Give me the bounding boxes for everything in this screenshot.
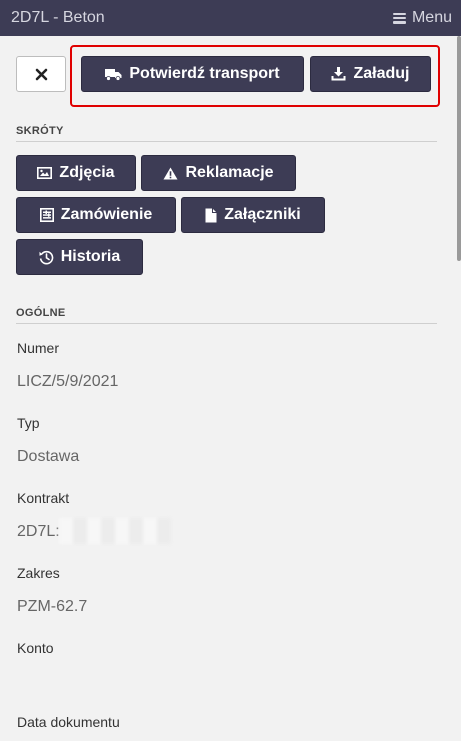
history-icon bbox=[39, 250, 54, 264]
order-button[interactable]: Zamówienie bbox=[16, 197, 176, 233]
redacted-contract-text bbox=[59, 518, 171, 544]
number-value: LICZ/5/9/2021 bbox=[17, 373, 119, 390]
close-icon bbox=[35, 68, 47, 80]
type-value: Dostawa bbox=[17, 448, 80, 465]
confirm-transport-button[interactable]: Potwierdź transport bbox=[81, 56, 304, 92]
menu-label: Menu bbox=[411, 9, 452, 26]
top-bar: 2D7L - Beton Menu bbox=[0, 0, 461, 36]
order-label: Zamówienie bbox=[60, 206, 153, 223]
shortcuts-heading: SKRÓTY bbox=[16, 125, 64, 137]
history-label: Historia bbox=[60, 248, 121, 265]
contract-label: Kontrakt bbox=[17, 490, 70, 506]
photos-label: Zdjęcia bbox=[59, 164, 115, 181]
document-date-label: Data dokumentu bbox=[17, 714, 120, 730]
confirm-transport-label: Potwierdź transport bbox=[129, 65, 280, 82]
download-icon bbox=[331, 67, 346, 81]
truck-icon bbox=[105, 68, 122, 81]
app-title: 2D7L - Beton bbox=[11, 9, 105, 26]
history-button[interactable]: Historia bbox=[16, 239, 143, 275]
attachments-button[interactable]: Załączniki bbox=[181, 197, 325, 233]
scope-value: PZM-62.7 bbox=[17, 598, 88, 615]
attachments-label: Załączniki bbox=[224, 206, 301, 223]
load-button[interactable]: Załaduj bbox=[310, 56, 431, 92]
scrollbar[interactable] bbox=[457, 36, 461, 261]
general-divider bbox=[16, 323, 437, 324]
complaints-label: Reklamacje bbox=[185, 164, 274, 181]
scope-label: Zakres bbox=[17, 565, 60, 581]
file-icon bbox=[205, 208, 217, 222]
load-label: Załaduj bbox=[353, 65, 410, 82]
warning-icon bbox=[163, 167, 178, 179]
number-label: Numer bbox=[17, 340, 60, 356]
contract-value: 2D7L: bbox=[17, 523, 60, 540]
close-button[interactable] bbox=[16, 56, 66, 92]
order-list-icon bbox=[39, 208, 54, 222]
type-label: Typ bbox=[17, 415, 40, 431]
general-heading: OGÓLNE bbox=[16, 307, 66, 319]
photos-button[interactable]: Zdjęcia bbox=[16, 155, 136, 191]
shortcuts-divider bbox=[16, 141, 437, 142]
menu-button[interactable]: Menu bbox=[392, 9, 452, 27]
account-label: Konto bbox=[17, 640, 54, 656]
complaints-button[interactable]: Reklamacje bbox=[141, 155, 296, 191]
hamburger-icon bbox=[392, 12, 406, 24]
image-icon bbox=[37, 167, 53, 179]
